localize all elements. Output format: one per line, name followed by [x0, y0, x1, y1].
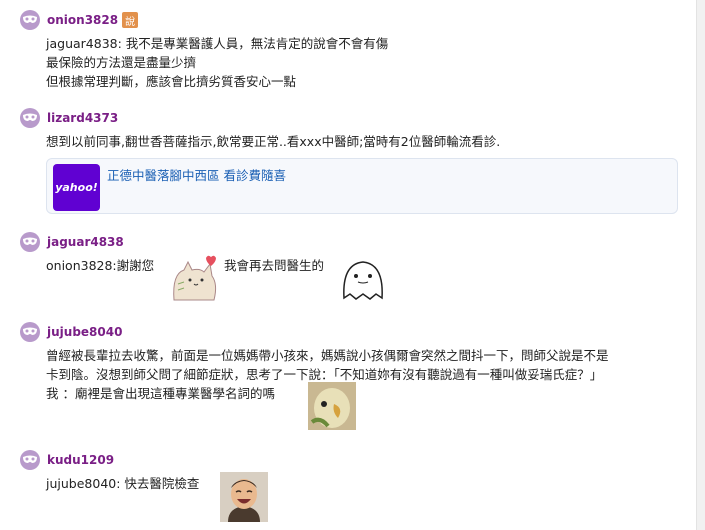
comment-body: 曾經被長輩拉去收驚，前面是一位媽媽帶小孩來，媽媽說小孩偶爾會突然之間抖一下，問師…	[46, 346, 689, 430]
comment-post: jaguar4838 onion3828:謝謝您 我會再去問醫生的	[20, 232, 689, 308]
comment-post: onion3828 說 jaguar4838: 我不是專業醫護人員，無法肯定的說…	[20, 10, 689, 91]
comment-header: lizard4373	[20, 108, 689, 128]
username[interactable]: jujube8040	[47, 325, 122, 339]
link-title[interactable]: 正德中醫落腳中西區 看診費隨喜	[107, 165, 286, 184]
comment-header: kudu1209	[20, 450, 689, 470]
comment-post: lizard4373 想到以前同事,翻世香菩薩指示,飲常要正常..看xxx中醫師…	[20, 108, 689, 214]
mask-avatar-icon[interactable]	[20, 450, 40, 470]
mask-avatar-icon[interactable]	[20, 10, 40, 30]
comment-header: jujube8040	[20, 322, 689, 342]
scrollbar[interactable]	[696, 0, 705, 530]
comment-post: kudu1209 jujube8040: 快去醫院檢查	[20, 450, 689, 524]
username[interactable]: lizard4373	[47, 111, 118, 125]
username[interactable]: onion3828	[47, 13, 118, 27]
parrot-sticker	[308, 382, 356, 435]
mask-avatar-icon[interactable]	[20, 322, 40, 342]
comment-body: jujube8040: 快去醫院檢查	[46, 472, 689, 527]
comment-line: 最保險的方法還是盡量少擠	[46, 55, 197, 70]
comment-line: 想到以前同事,翻世香菩薩指示,飲常要正常..看xxx中醫師;當時有2位醫師輪流看…	[46, 134, 501, 149]
username[interactable]: kudu1209	[47, 453, 114, 467]
comment-line-row: 我 ：廟裡是會出現這種專業醫學名詞的嗎	[46, 382, 689, 430]
comment-body: 想到以前同事,翻世香菩薩指示,飲常要正常..看xxx中醫師;當時有2位醫師輪流看…	[46, 132, 689, 151]
mask-avatar-icon[interactable]	[20, 232, 40, 252]
comment-line: 卡到陰。沒想到師父問了細節症狀，思考了一下說：「不知道妳有沒有聽說過有一種叫做妥…	[46, 367, 603, 382]
comment-header: onion3828 說	[20, 10, 689, 30]
link-preview-card[interactable]: yahoo! 正德中醫落腳中西區 看診費隨喜	[46, 158, 678, 214]
comment-line: 曾經被長輩拉去收驚，前面是一位媽媽帶小孩來，媽媽說小孩偶爾會突然之間抖一下，問師…	[46, 348, 609, 363]
laughing-man-sticker	[220, 472, 268, 527]
comment-line: 但根據常理判斷，應該會比擠劣質香安心一點	[46, 74, 297, 89]
comment-body: onion3828:謝謝您 我會再去問醫生的	[46, 254, 689, 308]
op-badge: 說	[122, 12, 139, 28]
comment-post: jujube8040 曾經被長輩拉去收驚，前面是一位媽媽帶小孩來，媽媽說小孩偶爾…	[20, 322, 689, 430]
ghost-sticker	[338, 254, 388, 307]
comment-text: jujube8040: 快去醫院檢查	[46, 476, 200, 491]
username[interactable]: jaguar4838	[47, 235, 124, 249]
yahoo-logo: yahoo!	[53, 164, 100, 211]
mask-avatar-icon[interactable]	[20, 108, 40, 128]
comment-body: jaguar4838: 我不是專業醫護人員，無法肯定的說會不會有傷 最保險的方法…	[46, 34, 689, 91]
comment-text: 我會再去問醫生的	[224, 258, 325, 273]
cat-heart-sticker	[170, 254, 220, 307]
comment-line: jaguar4838: 我不是專業醫護人員，無法肯定的說會不會有傷	[46, 36, 389, 51]
comment-line: 我 ：廟裡是會出現這種專業醫學名詞的嗎	[46, 386, 275, 401]
comment-header: jaguar4838	[20, 232, 689, 252]
comment-text: onion3828:謝謝您	[46, 258, 155, 273]
